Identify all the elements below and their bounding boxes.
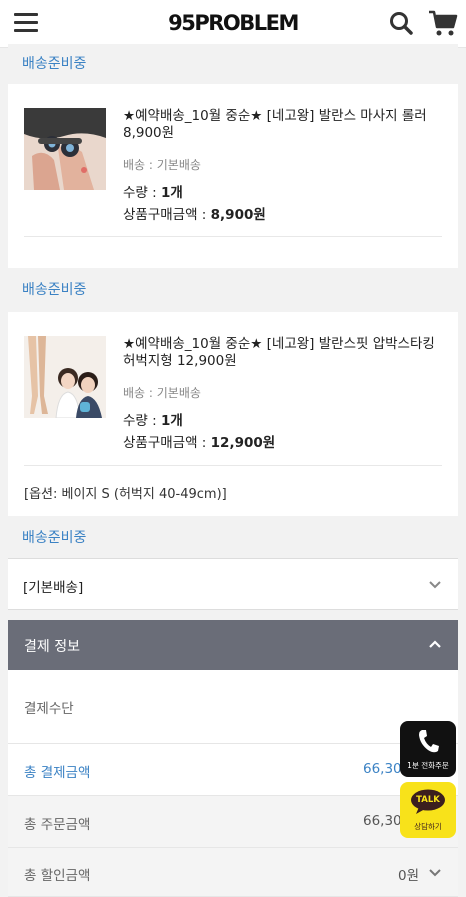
total-payment-label: 총 결제금액 — [24, 765, 91, 781]
quantity-label: 수량 : — [123, 413, 161, 429]
phone-order-caption: 1분 전화주문 — [407, 761, 449, 770]
payment-info-title: 결제 정보 — [24, 639, 80, 655]
top-header: 95PROBLEM — [0, 0, 466, 48]
total-discount-label: 총 할인금액 — [24, 868, 91, 884]
order-item-card: ★예약배송_10월 중순★ [네고왕] 발란스핏 압박스타킹 허벅지형 12,9… — [8, 312, 458, 516]
divider — [24, 236, 442, 237]
quantity-value: 1개 — [160, 185, 183, 201]
talk-label: TALK — [416, 795, 440, 805]
total-order-value: 66,30 — [363, 813, 402, 829]
shipping-type-label: [기본배송] — [23, 580, 84, 596]
phone-icon — [419, 730, 439, 753]
subtotal-value: 8,900원 — [210, 207, 266, 223]
shipping-type-selector[interactable]: [기본배송] — [8, 558, 458, 610]
chevron-down-icon[interactable] — [428, 578, 442, 592]
subtotal-label: 상품구매금액 : — [123, 435, 211, 451]
quantity: 수량 : 1개 — [123, 409, 183, 429]
order-status: 배송준비중 — [8, 270, 458, 310]
kakao-talk-button[interactable]: TALK 상담하기 — [400, 782, 456, 838]
shipping-group-status: 배송준비중 — [8, 518, 458, 558]
total-order-row: 총 주문금액 66,30 — [8, 796, 458, 848]
payment-method-label: 결제수단 — [24, 701, 74, 717]
total-discount-value: 0원 — [398, 868, 420, 884]
talk-caption: 상담하기 — [414, 822, 442, 831]
order-status: 배송준비중 — [8, 44, 458, 84]
product-thumbnail[interactable] — [24, 108, 106, 190]
product-name[interactable]: ★예약배송_10월 중순★ [네고왕] 발란스핏 압박스타킹 허벅지형 12,9… — [123, 336, 448, 370]
quantity: 수량 : 1개 — [123, 181, 183, 201]
cart-icon[interactable] — [428, 9, 458, 37]
shipping-method: 배송 : 기본배송 — [123, 386, 201, 400]
divider — [24, 465, 442, 466]
payment-info-header[interactable]: 결제 정보 — [8, 620, 458, 670]
product-thumbnail[interactable] — [24, 336, 106, 418]
phone-order-button[interactable]: 1분 전화주문 — [400, 721, 456, 777]
subtotal: 상품구매금액 : 12,900원 — [123, 431, 275, 451]
chevron-up-icon[interactable] — [428, 637, 442, 651]
chevron-down-icon[interactable] — [428, 866, 442, 880]
total-payment-row: 총 결제금액 66,30 — [8, 744, 458, 796]
shipping-method: 배송 : 기본배송 — [123, 158, 201, 172]
quantity-label: 수량 : — [123, 185, 161, 201]
subtotal-label: 상품구매금액 : — [123, 207, 211, 223]
product-option: [옵션: 베이지 S (허벅지 40-49cm)] — [24, 487, 227, 502]
total-order-label: 총 주문금액 — [24, 817, 91, 833]
subtotal-value: 12,900원 — [210, 435, 276, 451]
quantity-value: 1개 — [160, 413, 183, 429]
total-discount-row[interactable]: 총 할인금액 0원 — [8, 848, 458, 897]
total-payment-value: 66,30 — [363, 761, 402, 777]
order-item-card: ★예약배송_10월 중순★ [네고왕] 발란스 마사지 롤러 8,900원 배송… — [8, 84, 458, 268]
payment-method-row: 결제수단 — [8, 670, 458, 744]
search-icon[interactable] — [388, 10, 414, 36]
product-name[interactable]: ★예약배송_10월 중순★ [네고왕] 발란스 마사지 롤러 8,900원 — [123, 108, 448, 142]
subtotal: 상품구매금액 : 8,900원 — [123, 203, 266, 223]
